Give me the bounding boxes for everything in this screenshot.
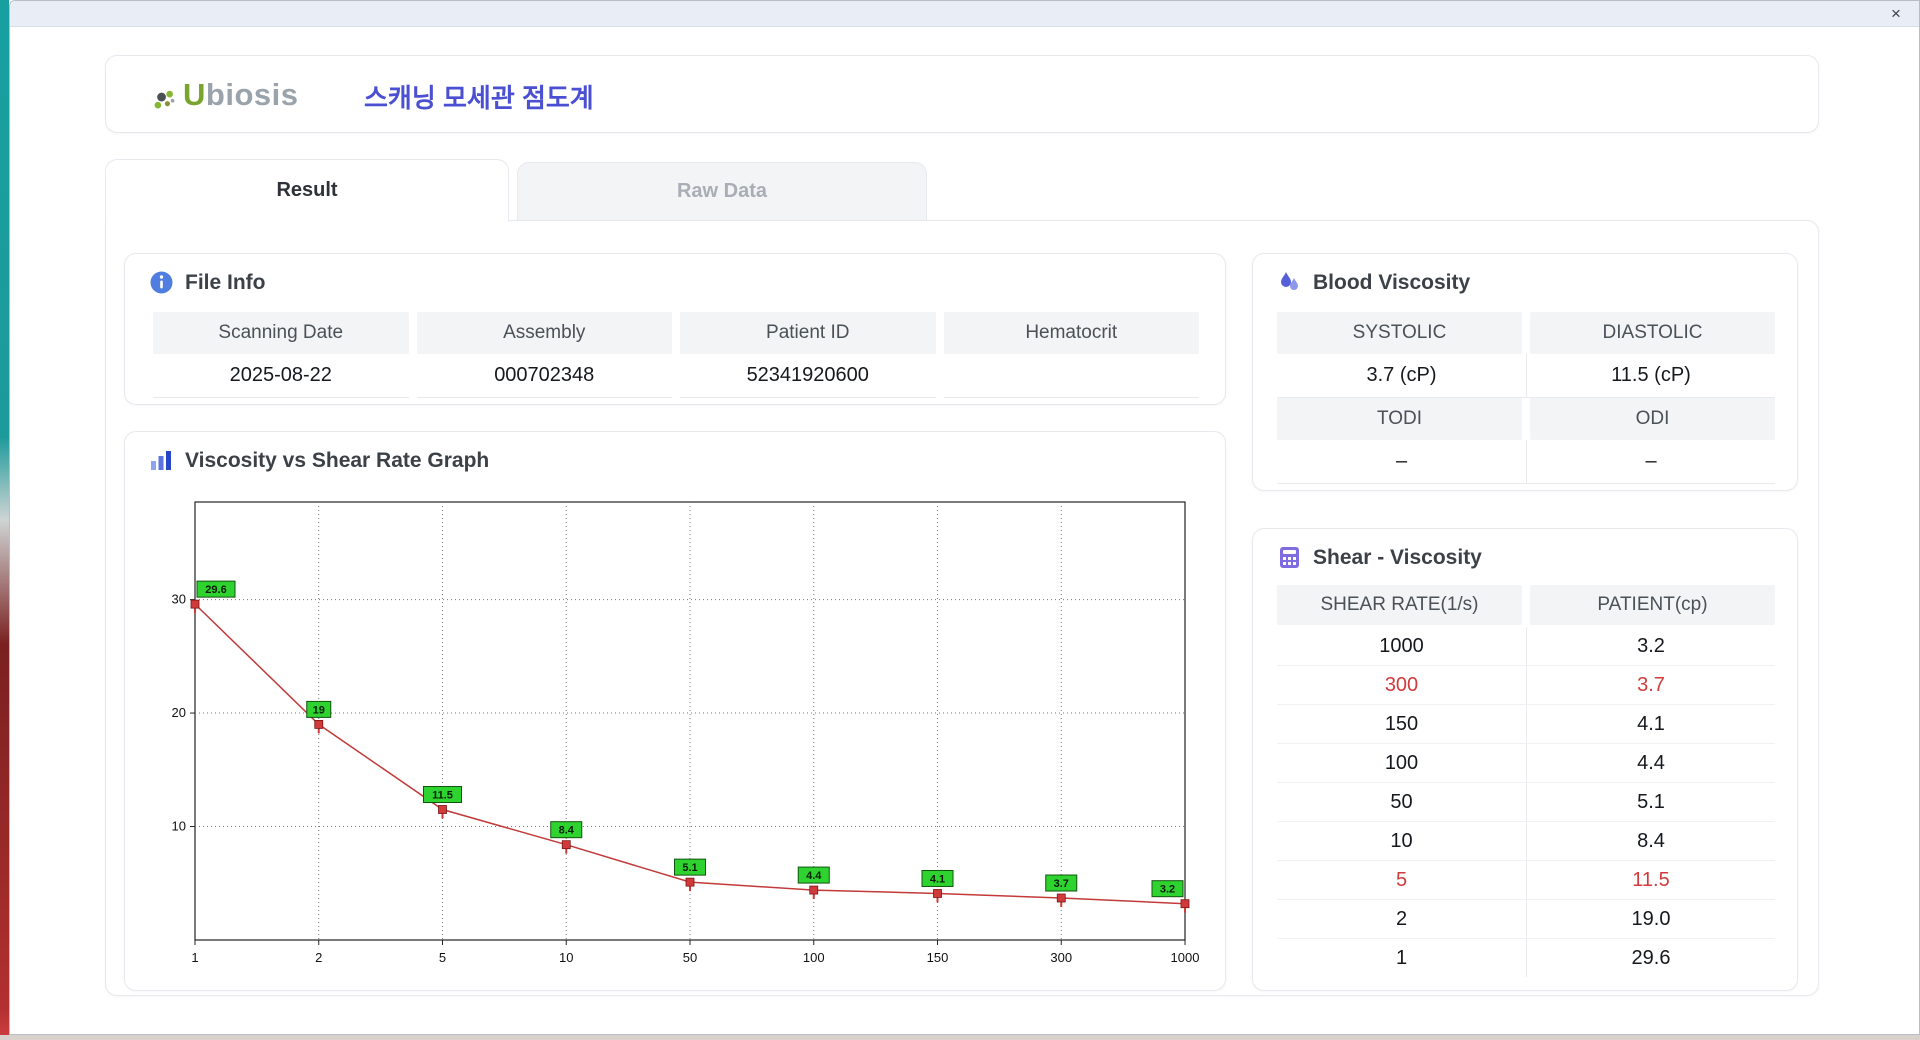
logo-rest: biosis <box>205 77 299 112</box>
shear-rate-cell: 100 <box>1384 751 1419 774</box>
table-row: 100 4.4 <box>1277 744 1775 783</box>
svg-text:5.1: 5.1 <box>682 862 697 874</box>
svg-text:50: 50 <box>683 950 697 965</box>
svg-text:8.4: 8.4 <box>559 825 575 837</box>
table-row: 1 29.6 <box>1277 939 1775 977</box>
svg-text:100: 100 <box>803 950 825 965</box>
window-titlebar: × <box>10 1 1919 27</box>
svg-text:1000: 1000 <box>1171 950 1200 965</box>
svg-text:4.4: 4.4 <box>806 870 822 882</box>
graph-title: Viscosity vs Shear Rate Graph <box>185 448 490 472</box>
svg-text:300: 300 <box>1050 950 1072 965</box>
shear-rate-cell: 5 <box>1395 868 1408 891</box>
app-window: × Ubiosis 스캐닝 모세관 점도계 Result Raw Data Fi… <box>9 0 1920 1035</box>
bv-header-cell: DIASTOLIC <box>1530 312 1775 354</box>
desktop-edge <box>0 0 9 1040</box>
svg-text:11.5: 11.5 <box>432 790 453 802</box>
svg-text:4.1: 4.1 <box>930 873 945 885</box>
svg-text:3.7: 3.7 <box>1054 878 1069 890</box>
patient-cell: 29.6 <box>1526 939 1775 977</box>
logo-text: Ubiosis <box>183 77 298 113</box>
table-row: 5 11.5 <box>1277 861 1775 900</box>
patient-cell: 4.4 <box>1526 744 1775 782</box>
bar-chart-icon <box>149 448 174 473</box>
svg-text:19: 19 <box>313 704 325 716</box>
blood-viscosity-card: Blood Viscosity SYSTOLIC DIASTOLIC 3.7 (… <box>1252 253 1798 491</box>
field-value <box>943 354 1199 398</box>
calculator-icon <box>1277 545 1302 570</box>
shear-rate-cell: 1 <box>1395 946 1408 969</box>
svg-text:3.2: 3.2 <box>1160 884 1175 896</box>
shear-rate-cell: 150 <box>1384 712 1419 735</box>
column-header-shear-rate: SHEAR RATE(1/s) <box>1277 585 1522 625</box>
bv-header-cell: ODI <box>1530 398 1775 440</box>
svg-text:5: 5 <box>439 950 446 965</box>
table-row: 2 19.0 <box>1277 900 1775 939</box>
file-info-card: File Info Scanning Date Assembly Patient… <box>124 253 1226 405</box>
logo-accent: U <box>183 77 206 112</box>
field-label: Hematocrit <box>943 312 1199 354</box>
desktop-edge-bottom <box>0 1035 1920 1040</box>
svg-text:2: 2 <box>315 950 322 965</box>
table-row: 50 5.1 <box>1277 783 1775 822</box>
field-value: 2025-08-22 <box>153 354 409 398</box>
patient-cell: 4.1 <box>1526 705 1775 743</box>
svg-text:30: 30 <box>172 592 186 607</box>
patient-cell: 8.4 <box>1526 822 1775 860</box>
shear-rate-cell: 50 <box>1390 790 1413 813</box>
bv-value-cell: – <box>1526 440 1775 484</box>
info-icon <box>149 270 174 295</box>
viscosity-chart: 10 20 30 1 2 5 10 50 100 150 300 1000 29.6 19 11.5 8.4 5… <box>172 501 1200 965</box>
bv-header-cell: TODI <box>1277 398 1522 440</box>
page-title: 스캐닝 모세관 점도계 <box>364 83 594 113</box>
droplet-icon <box>1277 270 1302 295</box>
shear-viscosity-card: Shear - Viscosity SHEAR RATE(1/s) PATIEN… <box>1252 528 1798 991</box>
logo-dots-icon <box>152 83 177 108</box>
result-content-panel: File Info Scanning Date Assembly Patient… <box>105 220 1819 996</box>
svg-text:150: 150 <box>927 950 949 965</box>
blood-viscosity-grid: SYSTOLIC DIASTOLIC 3.7 (cP) 11.5 (cP) TO… <box>1277 312 1775 484</box>
shear-rate-cell: 1000 <box>1379 634 1424 657</box>
svg-text:10: 10 <box>559 950 573 965</box>
shear-viscosity-title: Shear - Viscosity <box>1313 545 1482 569</box>
bv-value-cell: 3.7 (cP) <box>1277 354 1526 398</box>
column-header-patient: PATIENT(cp) <box>1530 585 1775 625</box>
patient-cell: 5.1 <box>1526 783 1775 821</box>
bv-value-cell: – <box>1277 440 1526 484</box>
shear-rate-cell: 300 <box>1384 673 1419 696</box>
file-info-grid: Scanning Date Assembly Patient ID Hemato… <box>153 312 1199 398</box>
tab-result[interactable]: Result <box>105 159 509 222</box>
patient-cell: 3.7 <box>1526 666 1775 704</box>
shear-rate-cell: 10 <box>1390 829 1413 852</box>
tab-raw-data[interactable]: Raw Data <box>517 162 927 220</box>
shear-viscosity-table: SHEAR RATE(1/s) PATIENT(cp) 1000 3.2 300 3.… <box>1277 585 1775 977</box>
field-label: Patient ID <box>680 312 936 354</box>
patient-cell: 11.5 <box>1526 861 1775 899</box>
table-row: 150 4.1 <box>1277 705 1775 744</box>
svg-text:1: 1 <box>191 950 198 965</box>
file-info-title: File Info <box>185 270 266 294</box>
field-value: 000702348 <box>416 354 672 398</box>
close-button[interactable]: × <box>1885 3 1907 25</box>
viscosity-graph-card: Viscosity vs Shear Rate Graph 10 20 30 1 2 5 1… <box>124 431 1226 991</box>
header-card: Ubiosis 스캐닝 모세관 점도계 <box>105 55 1819 133</box>
bv-value-cell: 11.5 (cP) <box>1526 354 1775 398</box>
patient-cell: 19.0 <box>1526 900 1775 938</box>
svg-text:20: 20 <box>172 705 186 720</box>
ubiosis-logo: Ubiosis <box>152 74 298 116</box>
field-label: Assembly <box>416 312 672 354</box>
bv-header-cell: SYSTOLIC <box>1277 312 1522 354</box>
field-label: Scanning Date <box>153 312 409 354</box>
field-value: 52341920600 <box>680 354 936 398</box>
table-row: 300 3.7 <box>1277 666 1775 705</box>
table-row: 10 8.4 <box>1277 822 1775 861</box>
shear-viscosity-rows: 1000 3.2 300 3.7 150 4.1 100 4.4 50 5.1 10 8.4 5 11.5… <box>1277 627 1775 977</box>
blood-viscosity-title: Blood Viscosity <box>1313 270 1471 294</box>
svg-text:10: 10 <box>172 819 186 834</box>
shear-rate-cell: 2 <box>1395 907 1408 930</box>
patient-cell: 3.2 <box>1526 627 1775 665</box>
svg-text:29.6: 29.6 <box>205 584 226 596</box>
table-row: 1000 3.2 <box>1277 627 1775 666</box>
